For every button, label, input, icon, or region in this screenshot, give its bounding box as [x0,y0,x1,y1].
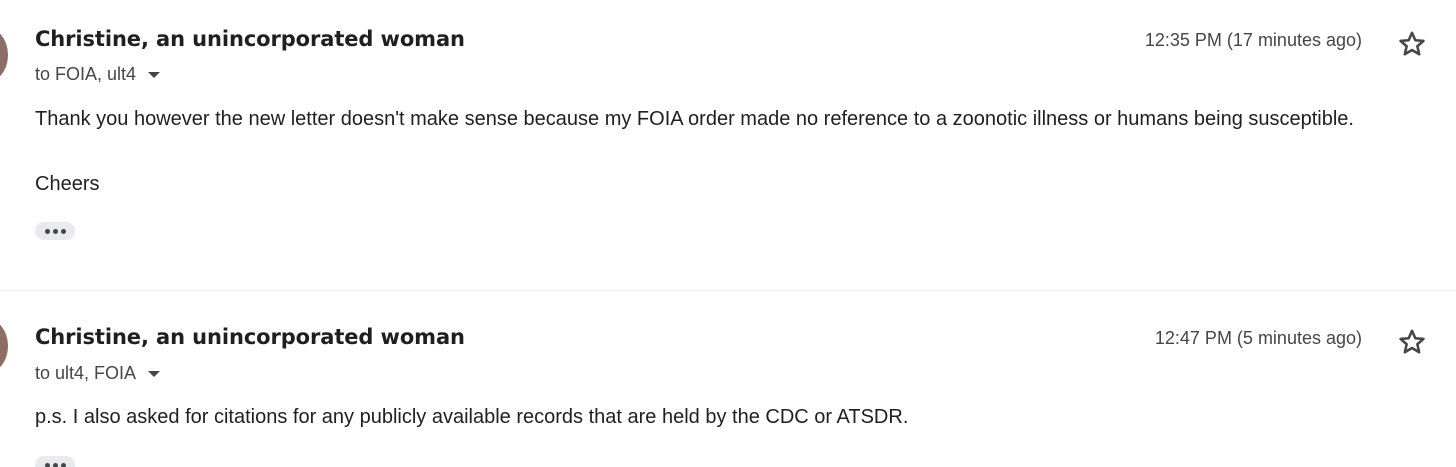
message-item[interactable]: Christine, an unincorporated woman to FO… [0,0,1456,290]
message-item[interactable]: Christine, an unincorporated woman to ul… [0,291,1456,467]
more-horiz-icon [44,228,50,234]
avatar[interactable] [0,28,8,82]
recipients-label: to ult4, FOIA [35,363,137,383]
avatar[interactable] [0,319,8,373]
message-timestamp: 12:35 PM (17 minutes ago) [1144,30,1362,50]
show-trimmed-content-button[interactable] [35,222,75,240]
message-body-line: Thank you however the new letter doesn't… [35,108,1354,130]
sender-name[interactable]: Christine, an unincorporated woman [35,27,465,51]
chevron-down-icon[interactable] [148,71,161,78]
recipients-summary[interactable]: to ult4, FOIA [35,363,161,384]
star-icon[interactable] [1396,326,1428,358]
message-body-line: p.s. I also asked for citations for any … [35,406,909,428]
star-icon[interactable] [1396,28,1428,60]
email-thread: Christine, an unincorporated woman to FO… [0,0,1456,467]
chevron-down-icon[interactable] [148,370,161,377]
more-horiz-icon [44,462,50,467]
recipients-summary[interactable]: to FOIA, ult4 [35,64,161,85]
recipients-label: to FOIA, ult4 [35,64,137,84]
sender-name[interactable]: Christine, an unincorporated woman [35,325,465,349]
message-timestamp: 12:47 PM (5 minutes ago) [1154,328,1362,348]
message-body-line: Cheers [35,173,100,195]
show-trimmed-content-button[interactable] [35,456,75,467]
